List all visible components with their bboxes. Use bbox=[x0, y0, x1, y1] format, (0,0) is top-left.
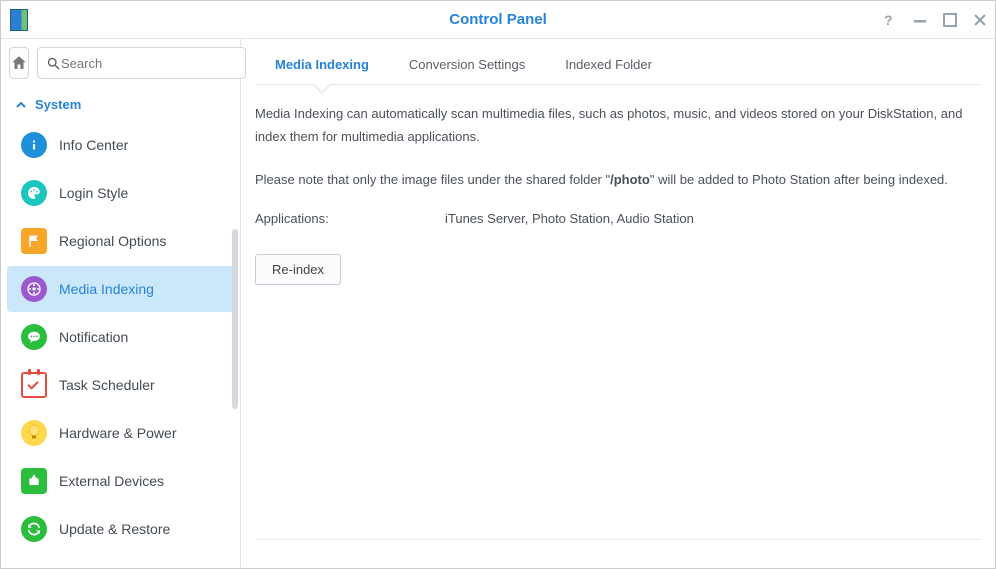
help-icon[interactable]: ? bbox=[881, 12, 897, 28]
reindex-button[interactable]: Re-index bbox=[255, 254, 341, 285]
applications-value: iTunes Server, Photo Station, Audio Stat… bbox=[445, 211, 694, 226]
sidebar-item-task-scheduler[interactable]: Task Scheduler bbox=[7, 362, 234, 408]
tab-indexed-folder[interactable]: Indexed Folder bbox=[545, 45, 672, 84]
sidebar-item-media-indexing[interactable]: Media Indexing bbox=[7, 266, 234, 312]
sidebar-item-info-center[interactable]: Info Center bbox=[7, 122, 234, 168]
applications-row: Applications: iTunes Server, Photo Stati… bbox=[255, 211, 981, 226]
sidebar-item-update-restore[interactable]: Update & Restore bbox=[7, 506, 234, 552]
tab-conversion-settings[interactable]: Conversion Settings bbox=[389, 45, 545, 84]
flag-icon bbox=[21, 228, 47, 254]
home-icon bbox=[10, 54, 28, 72]
sidebar-item-label: Update & Restore bbox=[59, 521, 170, 537]
info-icon bbox=[21, 132, 47, 158]
content-area: Media Indexing Conversion Settings Index… bbox=[241, 39, 995, 568]
home-button[interactable] bbox=[9, 47, 29, 79]
sidebar-item-label: Login Style bbox=[59, 185, 128, 201]
sidebar-item-login-style[interactable]: Login Style bbox=[7, 170, 234, 216]
description-text-1: Media Indexing can automatically scan mu… bbox=[255, 103, 981, 149]
sidebar-group-label: System bbox=[35, 97, 81, 112]
titlebar: Control Panel ? bbox=[1, 1, 995, 39]
chat-icon bbox=[21, 324, 47, 350]
palette-icon bbox=[21, 180, 47, 206]
tab-label: Conversion Settings bbox=[409, 57, 525, 72]
window-title: Control Panel bbox=[449, 11, 547, 28]
sidebar-item-label: Hardware & Power bbox=[59, 425, 177, 441]
sidebar-item-notification[interactable]: Notification bbox=[7, 314, 234, 360]
minimize-icon[interactable] bbox=[913, 13, 927, 27]
search-icon bbox=[46, 56, 61, 71]
sidebar: System Info Center Login Style Regional … bbox=[1, 39, 241, 568]
divider bbox=[257, 539, 981, 540]
sidebar-item-regional-options[interactable]: Regional Options bbox=[7, 218, 234, 264]
search-field[interactable] bbox=[37, 47, 246, 79]
close-icon[interactable] bbox=[973, 13, 987, 27]
search-input[interactable] bbox=[61, 56, 237, 71]
sidebar-item-label: Task Scheduler bbox=[59, 377, 155, 393]
maximize-icon[interactable] bbox=[943, 13, 957, 27]
svg-text:?: ? bbox=[884, 12, 893, 28]
sidebar-item-external-devices[interactable]: External Devices bbox=[7, 458, 234, 504]
window-controls: ? bbox=[881, 1, 987, 39]
sidebar-item-label: Regional Options bbox=[59, 233, 166, 249]
sidebar-item-label: External Devices bbox=[59, 473, 164, 489]
tab-media-indexing[interactable]: Media Indexing bbox=[255, 45, 389, 84]
sidebar-item-hardware-power[interactable]: Hardware & Power bbox=[7, 410, 234, 456]
sidebar-item-label: Info Center bbox=[59, 137, 128, 153]
tabs: Media Indexing Conversion Settings Index… bbox=[255, 45, 981, 85]
sync-icon bbox=[21, 516, 47, 542]
sidebar-group-system[interactable]: System bbox=[1, 87, 240, 120]
device-icon bbox=[21, 468, 47, 494]
description-text-2: Please note that only the image files un… bbox=[255, 169, 981, 192]
chevron-up-icon bbox=[15, 99, 27, 111]
film-icon bbox=[21, 276, 47, 302]
applications-label: Applications: bbox=[255, 211, 445, 226]
calendar-icon bbox=[21, 372, 47, 398]
tab-label: Indexed Folder bbox=[565, 57, 652, 72]
sidebar-item-label: Media Indexing bbox=[59, 281, 154, 297]
sidebar-item-label: Notification bbox=[59, 329, 128, 345]
app-icon bbox=[3, 4, 35, 36]
bulb-icon bbox=[21, 420, 47, 446]
scrollbar[interactable] bbox=[232, 229, 238, 409]
tab-label: Media Indexing bbox=[275, 57, 369, 72]
